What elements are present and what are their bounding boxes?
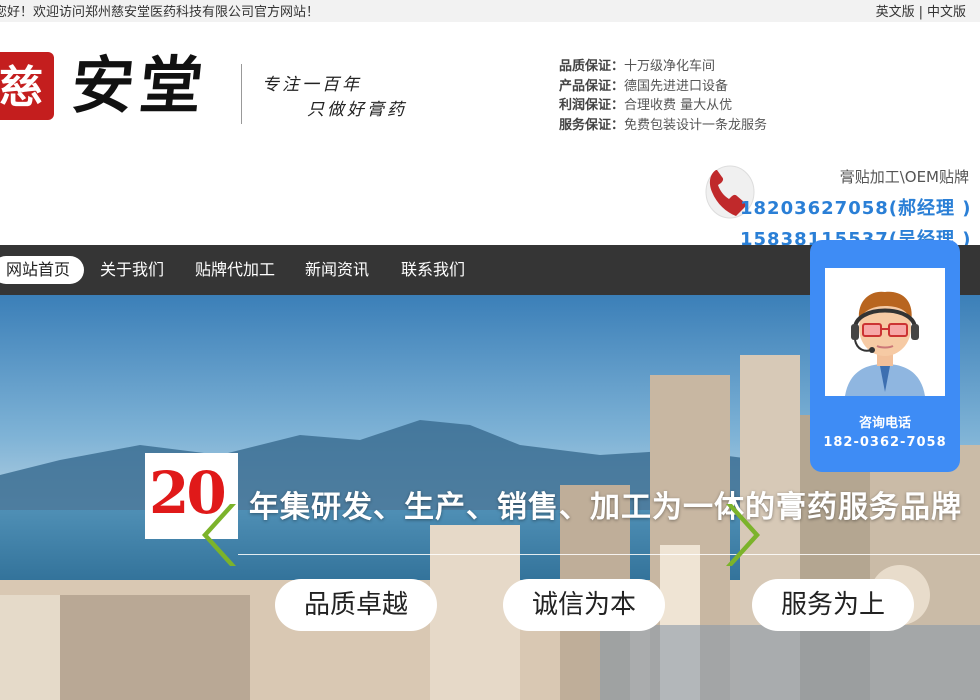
guarantee-item: 利润保证：合理收费 量大从优: [559, 98, 733, 113]
logo-seal-icon[interactable]: 慈: [0, 50, 56, 122]
welcome-text: 您好！欢迎访问郑州慈安堂医药科技有限公司官方网站！: [0, 5, 320, 20]
agent-avatar-icon: [825, 268, 945, 396]
hotline-number-1[interactable]: 18203627058(郝经理 ): [740, 194, 972, 220]
chevron-right-icon[interactable]: [722, 500, 762, 570]
lang-separator: |: [918, 5, 923, 20]
lang-chinese-link[interactable]: 中文版: [927, 5, 966, 20]
pill-quality[interactable]: 品质卓越: [275, 579, 437, 631]
lang-english-link[interactable]: 英文版: [876, 5, 915, 20]
top-bar: 您好！欢迎访问郑州慈安堂医药科技有限公司官方网站！ 英文版 | 中文版: [0, 0, 980, 22]
nav-item-home[interactable]: 网站首页: [0, 256, 85, 284]
nav-item-about[interactable]: 关于我们: [86, 256, 178, 284]
guarantee-item: 产品保证：德国先进进口设备: [559, 78, 729, 94]
hero-divider-line: [238, 554, 980, 555]
chevron-left-icon[interactable]: [200, 500, 240, 570]
hotline-label: 膏贴加工\OEM贴牌: [839, 168, 969, 186]
logo-divider: [241, 64, 242, 124]
language-switch: 英文版 | 中文版: [876, 1, 966, 20]
nav-item-oem[interactable]: 贴牌代加工: [181, 256, 289, 284]
hero-headline: 年集研发、生产、销售、加工为一体的膏药服务品牌: [249, 490, 962, 525]
nav-item-contact[interactable]: 联系我们: [387, 256, 479, 284]
guarantee-item: 品质保证：十万级净化车间: [559, 59, 716, 74]
pill-service[interactable]: 服务为上: [752, 579, 914, 631]
logo-text[interactable]: 安堂: [68, 49, 212, 122]
customer-service-widget[interactable]: 咨询电话 182-0362-7058: [810, 240, 960, 472]
service-label: 咨询电话: [858, 416, 911, 431]
service-phone[interactable]: 182-0362-7058: [810, 435, 960, 450]
guarantee-item: 服务保证：免费包装设计一条龙服务: [559, 117, 768, 133]
pill-integrity[interactable]: 诚信为本: [503, 579, 665, 631]
slogan-line-2: 只做好膏药: [307, 100, 407, 120]
guarantee-list: 品质保证：十万级净化车间 产品保证：德国先进进口设备 利润保证：合理收费 量大从…: [559, 57, 767, 135]
nav-item-news[interactable]: 新闻资讯: [291, 256, 383, 284]
slogan-line-1: 专注一百年: [262, 75, 362, 95]
svg-text:慈: 慈: [0, 62, 43, 113]
